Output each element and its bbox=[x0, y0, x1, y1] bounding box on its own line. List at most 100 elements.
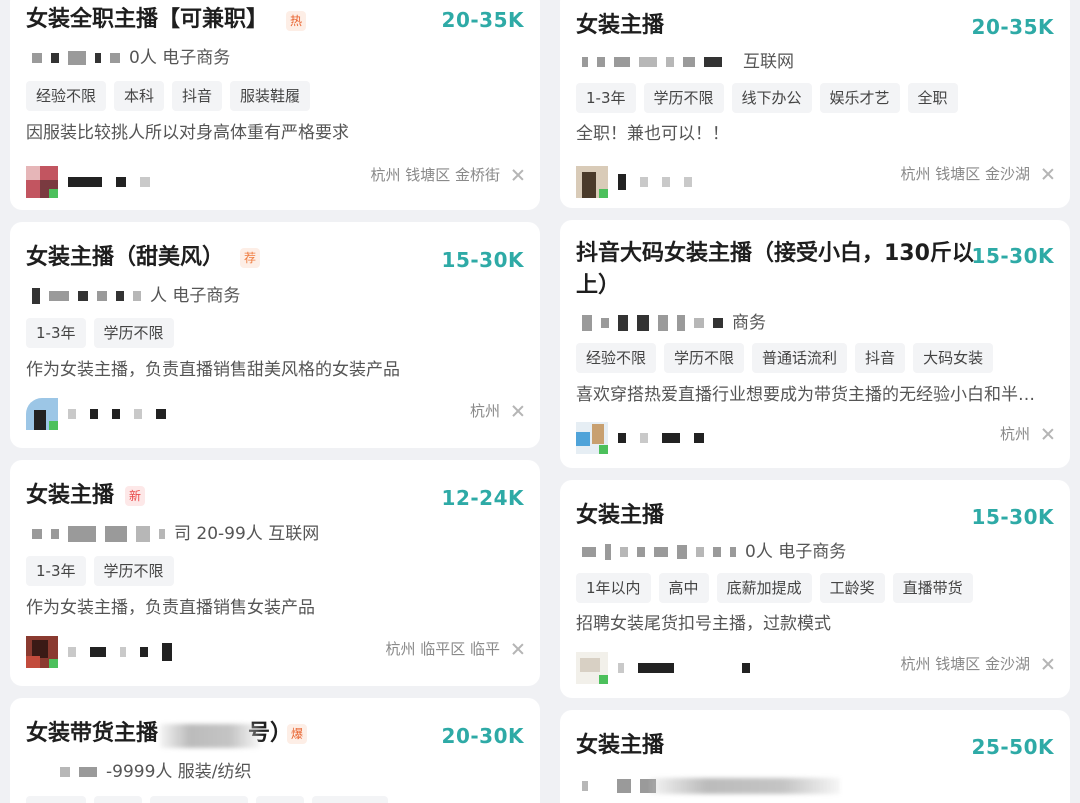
job-description: 因服装比较挑人所以对身高体重有严格要求 bbox=[26, 123, 349, 143]
tag: 抖音 bbox=[172, 81, 223, 111]
job-card[interactable]: 女装全职主播【可兼职】 热 20-35K 0人 电子商务 经验不限 本科 抖音 … bbox=[10, 0, 540, 210]
job-title-start: 女装带货主播 bbox=[26, 721, 159, 746]
online-dot bbox=[599, 675, 608, 684]
job-title: 女装主播 bbox=[576, 13, 665, 38]
boom-badge: 爆 bbox=[287, 724, 307, 744]
online-dot bbox=[49, 421, 58, 430]
close-icon[interactable] bbox=[1042, 658, 1054, 670]
close-icon[interactable] bbox=[512, 643, 524, 655]
job-description: 作为女装主播，负责直播销售女装产品 bbox=[26, 598, 315, 618]
blurred-company-name bbox=[32, 46, 129, 70]
tag-list: 1-3年 学历不限 bbox=[26, 556, 174, 586]
job-card[interactable]: 女装主播 新 12-24K 司 20-99人 互联网 1-3年 学历不限 作为女… bbox=[10, 460, 540, 686]
tag: 普通话流利 bbox=[752, 343, 848, 373]
new-badge: 新 bbox=[125, 486, 145, 506]
salary: 15-30K bbox=[441, 248, 524, 272]
avatar bbox=[26, 166, 58, 198]
blurred-title-part bbox=[160, 724, 260, 748]
company-meta: 人 电子商务 bbox=[150, 286, 241, 306]
job-title: 女装主播 bbox=[576, 503, 665, 528]
job-card[interactable]: 女装主播 25-50K bbox=[560, 710, 1070, 803]
tag: 娱乐才艺 bbox=[819, 83, 900, 113]
company-meta: 0人 电子商务 bbox=[745, 542, 847, 562]
online-dot bbox=[49, 659, 58, 668]
job-description: 招聘女装尾货扣号主播，过款模式 bbox=[576, 614, 831, 634]
recruiter[interactable] bbox=[576, 422, 718, 454]
blurred-recruiter-name bbox=[68, 409, 180, 419]
tag: 1年以内 bbox=[576, 573, 651, 603]
blurred-company-name bbox=[32, 522, 174, 546]
close-icon[interactable] bbox=[1042, 428, 1054, 440]
blurred-company-name bbox=[650, 778, 840, 794]
online-dot bbox=[599, 189, 608, 198]
recommend-badge: 荐 bbox=[240, 248, 260, 268]
tag-list: 经验不限 学历不限 普通话流利 抖音 大码女装 bbox=[576, 343, 994, 373]
recruiter[interactable] bbox=[26, 166, 164, 198]
location-text: 杭州 临平区 临平 bbox=[385, 640, 500, 658]
tag: 底薪加提成 bbox=[716, 573, 812, 603]
job-description: 喜欢穿搭热爱直播行业想要成为带货主播的无经验小白和半… bbox=[576, 385, 1035, 405]
blurred-company-name bbox=[582, 50, 743, 74]
tag: 抖音 bbox=[855, 343, 906, 373]
avatar bbox=[26, 636, 58, 668]
tag: 学历不限 bbox=[93, 556, 174, 586]
tag-list: 经验不限 本科 抖音 服装鞋履 bbox=[26, 81, 311, 111]
company-info: 0人 电子商务 bbox=[32, 46, 230, 70]
tag: 服装鞋履 bbox=[230, 81, 311, 111]
job-card[interactable]: 女装带货主播 号） 爆 20-30K -9999人 服装/纺织 bbox=[10, 698, 540, 803]
salary: 20-30K bbox=[441, 724, 524, 748]
salary: 15-30K bbox=[971, 505, 1054, 529]
recruiter[interactable] bbox=[576, 652, 764, 684]
tag: 大码女装 bbox=[913, 343, 994, 373]
recruiter[interactable] bbox=[26, 636, 186, 668]
job-card[interactable]: 女装主播（甜美风） 荐 15-30K 人 电子商务 1-3年 学历不限 作为女装… bbox=[10, 222, 540, 448]
location-text: 杭州 bbox=[999, 425, 1030, 443]
company-meta: 司 20-99人 互联网 bbox=[174, 524, 320, 544]
blurred-recruiter-name bbox=[68, 177, 164, 187]
company-info: 互联网 bbox=[582, 50, 794, 74]
tag-list bbox=[26, 796, 388, 803]
location: 杭州 钱塘区 金沙湖 bbox=[900, 163, 1054, 185]
company-meta: 0人 电子商务 bbox=[129, 48, 231, 68]
close-icon[interactable] bbox=[512, 405, 524, 417]
job-card[interactable]: 女装主播 20-35K 互联网 1-3年 学历不限 线下办公 娱乐才艺 全职 全… bbox=[560, 0, 1070, 208]
job-title: 女装主播（甜美风） bbox=[26, 245, 225, 270]
online-dot bbox=[49, 189, 58, 198]
job-card[interactable]: 抖音大码女装主播（接受小白，130斤以上） 15-30K 商务 经验不限 学历不… bbox=[560, 220, 1070, 468]
blurred-recruiter-name bbox=[68, 643, 186, 661]
location: 杭州 钱塘区 金桥街 bbox=[370, 164, 524, 186]
tag: 经验不限 bbox=[576, 343, 657, 373]
company-info: 司 20-99人 互联网 bbox=[32, 522, 319, 546]
salary: 25-50K bbox=[971, 735, 1054, 759]
company-info: -9999人 服装/纺织 bbox=[32, 760, 252, 784]
salary: 20-35K bbox=[971, 15, 1054, 39]
blurred-company-name bbox=[582, 540, 745, 564]
tag: 工龄奖 bbox=[819, 573, 885, 603]
location-text: 杭州 钱塘区 金沙湖 bbox=[900, 655, 1030, 673]
location-text: 杭州 bbox=[469, 402, 500, 420]
company-info: 0人 电子商务 bbox=[582, 540, 846, 564]
hot-badge: 热 bbox=[286, 11, 306, 31]
close-icon[interactable] bbox=[512, 169, 524, 181]
blurred-recruiter-name bbox=[618, 433, 718, 443]
tag: 学历不限 bbox=[664, 343, 745, 373]
avatar bbox=[576, 652, 608, 684]
tag: 经验不限 bbox=[26, 81, 107, 111]
job-card[interactable]: 女装主播 15-30K 0人 电子商务 1年以内 高中 底薪加提成 工龄奖 直播… bbox=[560, 480, 1070, 698]
job-title: 女装主播 bbox=[576, 733, 665, 758]
tag: 学历不限 bbox=[93, 318, 174, 348]
blurred-recruiter-name bbox=[618, 174, 706, 190]
company-meta: 商务 bbox=[732, 313, 766, 333]
avatar bbox=[576, 166, 608, 198]
location-text: 杭州 钱塘区 金沙湖 bbox=[900, 165, 1030, 183]
tag-list: 1-3年 学历不限 线下办公 娱乐才艺 全职 bbox=[576, 83, 958, 113]
online-dot bbox=[599, 445, 608, 454]
job-description: 全职！兼也可以！！ bbox=[576, 124, 729, 144]
tag: 高中 bbox=[658, 573, 709, 603]
company-meta: 互联网 bbox=[743, 52, 794, 72]
tag-list: 1-3年 学历不限 bbox=[26, 318, 174, 348]
close-icon[interactable] bbox=[1042, 168, 1054, 180]
recruiter[interactable] bbox=[26, 398, 180, 430]
job-title: 女装主播 bbox=[26, 483, 115, 508]
recruiter[interactable] bbox=[576, 166, 706, 198]
